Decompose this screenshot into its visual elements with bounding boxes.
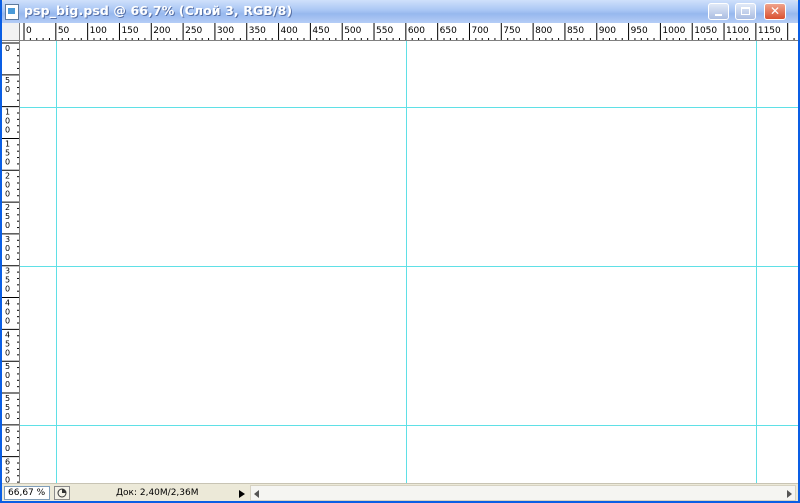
vertical-ruler[interactable]: 0 50 100 150 200 250 300 350 400 450 500 550 600 650 bbox=[2, 41, 20, 483]
ruler-label: 950 bbox=[631, 26, 648, 36]
ruler-label: 50 bbox=[5, 76, 10, 94]
ruler-label: 800 bbox=[535, 26, 552, 36]
zoom-field[interactable]: 66,67 % bbox=[4, 486, 50, 500]
ruler-label: 300 bbox=[217, 26, 234, 36]
vertical-ruler-scale: 0 5 0 1 0 0 1 5 0 2 0 0 2 5 0 3 0 0 3 5 0 4 0 0 4 5 0 5 0 0 5 5 0 6 0 0 6 5 0 bbox=[2, 42, 19, 483]
ruler-label: 350 bbox=[249, 26, 266, 36]
scroll-left-button[interactable] bbox=[251, 486, 263, 500]
ruler-label: 1100 bbox=[726, 26, 749, 36]
horizontal-ruler[interactable]: 0 50 100 150 200 250 300 350 400 450 500 550 600 650 7… bbox=[20, 23, 798, 41]
ruler-label: 300 bbox=[5, 235, 10, 262]
ruler-label: 250 bbox=[185, 26, 202, 36]
ruler-label: 350 bbox=[5, 267, 10, 294]
status-menu-button[interactable] bbox=[236, 486, 248, 500]
ruler-label: 100 bbox=[5, 108, 10, 135]
ruler-label: 1050 bbox=[694, 26, 717, 36]
ruler-label: 550 bbox=[5, 394, 10, 421]
ruler-label: 150 bbox=[121, 26, 138, 36]
maximize-icon bbox=[741, 7, 750, 15]
minimize-button[interactable] bbox=[708, 3, 729, 20]
ruler-label: 1150 bbox=[758, 26, 781, 36]
ruler-label: 200 bbox=[153, 26, 170, 36]
ruler-label: 450 bbox=[5, 330, 10, 357]
ruler-label: 50 bbox=[58, 26, 70, 36]
ruler-label: 600 bbox=[5, 426, 10, 453]
document-canvas[interactable] bbox=[20, 41, 798, 483]
document-icon[interactable] bbox=[5, 4, 19, 20]
minimize-icon bbox=[715, 14, 722, 16]
triangle-right-icon bbox=[239, 490, 245, 498]
ruler-label: 0 bbox=[26, 26, 32, 36]
title-bar[interactable]: psp_big.psd @ 66,7% (Слой 3, RGB/8) ✕ bbox=[2, 0, 798, 23]
ruler-label: 500 bbox=[344, 26, 361, 36]
ruler-label: 850 bbox=[567, 26, 584, 36]
ruler-label: 650 bbox=[5, 458, 10, 483]
ruler-label: 400 bbox=[5, 299, 10, 326]
window-title: psp_big.psd @ 66,7% (Слой 3, RGB/8) bbox=[24, 3, 293, 18]
status-preview-button[interactable] bbox=[54, 486, 70, 500]
ruler-label: 700 bbox=[471, 26, 488, 36]
ruler-label: 400 bbox=[281, 26, 298, 36]
ruler-label: 250 bbox=[5, 203, 10, 230]
scroll-right-button[interactable] bbox=[783, 486, 795, 500]
maximize-button[interactable] bbox=[735, 3, 756, 20]
ruler-label: 0 bbox=[5, 44, 10, 53]
ruler-label: 500 bbox=[5, 362, 10, 389]
guides-layer bbox=[20, 41, 798, 483]
ruler-label: 600 bbox=[408, 26, 425, 36]
document-info: Док: 2,40M/2,36M bbox=[116, 488, 199, 498]
ruler-label: 900 bbox=[599, 26, 616, 36]
close-button[interactable]: ✕ bbox=[764, 3, 786, 20]
ruler-label: 650 bbox=[440, 26, 457, 36]
arrow-left-icon bbox=[254, 490, 259, 498]
ruler-label: 450 bbox=[312, 26, 329, 36]
arrow-right-icon bbox=[787, 490, 792, 498]
ruler-label: 200 bbox=[5, 171, 10, 198]
document-window: psp_big.psd @ 66,7% (Слой 3, RGB/8) ✕ 0 5… bbox=[0, 0, 800, 503]
ruler-label: 150 bbox=[5, 139, 10, 166]
ruler-label: 100 bbox=[90, 26, 107, 36]
horizontal-scrollbar[interactable] bbox=[250, 485, 796, 501]
ruler-origin[interactable] bbox=[2, 23, 20, 41]
close-icon: ✕ bbox=[770, 4, 781, 18]
ruler-label: 750 bbox=[503, 26, 520, 36]
ruler-label: 1000 bbox=[662, 26, 685, 36]
ruler-label: 550 bbox=[376, 26, 393, 36]
horizontal-ruler-scale: 0 50 100 150 200 250 300 350 400 450 500 550 600 650 7… bbox=[23, 23, 795, 40]
status-preview-icon bbox=[57, 488, 67, 498]
status-bar: 66,67 % Док: 2,40M/2,36M bbox=[2, 483, 798, 501]
